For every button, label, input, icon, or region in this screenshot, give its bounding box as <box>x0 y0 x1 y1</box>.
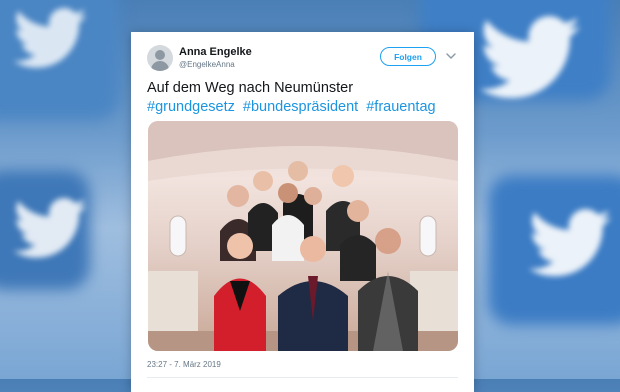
tweet-card: Anna Engelke @EngelkeAnna Folgen Auf dem… <box>131 32 474 392</box>
tweet-text: Auf dem Weg nach Neumünster #grundgesetz… <box>147 79 467 117</box>
tweet-timestamp[interactable]: 23:27 - 7. März 2019 <box>147 360 221 369</box>
group-photo-illustration <box>148 121 458 351</box>
avatar-placeholder-body <box>151 61 169 71</box>
twitter-bird-icon <box>13 198 87 258</box>
follow-button[interactable]: Folgen <box>380 47 436 66</box>
tweet-photo[interactable] <box>148 121 458 351</box>
hashtag-link[interactable]: #frauentag <box>366 99 435 115</box>
author-handle[interactable]: @EngelkeAnna <box>179 60 235 69</box>
divider <box>147 377 458 378</box>
chevron-down-icon[interactable] <box>446 52 456 60</box>
hashtag-list: #grundgesetz #bundespräsident #frauentag <box>147 98 467 117</box>
hashtag-link[interactable]: #grundgesetz <box>147 99 235 115</box>
twitter-bird-icon <box>13 8 87 68</box>
tweet-body: Auf dem Weg nach Neumünster <box>147 80 354 96</box>
twitter-bird-icon <box>479 16 581 99</box>
author-name[interactable]: Anna Engelke <box>179 46 252 58</box>
avatar-placeholder-icon <box>155 50 165 60</box>
avatar[interactable] <box>147 45 173 71</box>
twitter-bird-icon <box>528 209 612 277</box>
hashtag-link[interactable]: #bundespräsident <box>243 99 358 115</box>
